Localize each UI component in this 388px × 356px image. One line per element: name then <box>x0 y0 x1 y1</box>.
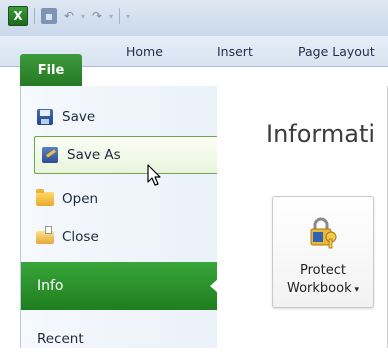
nav-item-label: Recent <box>37 331 84 347</box>
quick-access-toolbar: X ▪ ↶ ▾ ↷ ▾ ▾ <box>8 6 130 26</box>
tab-insert[interactable]: Insert <box>217 44 253 59</box>
nav-item-label: Save As <box>67 147 121 163</box>
toolbar-separator <box>34 8 35 24</box>
protect-label-text: Workbook <box>287 281 352 296</box>
nav-item-label: Save <box>62 109 96 125</box>
nav-item-save[interactable]: Save <box>21 100 217 134</box>
nav-item-recent[interactable]: Recent <box>21 322 217 356</box>
title-bar: X ▪ ↶ ▾ ↷ ▾ ▾ <box>0 0 388 36</box>
nav-item-info[interactable]: Info <box>21 262 218 310</box>
page-title: Informati <box>266 120 376 148</box>
nav-item-label: Open <box>62 191 99 207</box>
save-as-icon <box>41 146 59 164</box>
toolbar-separator <box>119 8 121 24</box>
tab-file[interactable]: File <box>20 54 82 86</box>
protect-label-line2: Workbook ▾ <box>273 281 373 296</box>
redo-dropdown-icon[interactable]: ▾ <box>109 12 113 21</box>
tab-page-layout[interactable]: Page Layout <box>298 44 375 59</box>
tab-home[interactable]: Home <box>126 44 163 59</box>
open-folder-icon <box>36 189 54 208</box>
nav-item-label: Info <box>37 278 64 294</box>
nav-item-save-as[interactable]: Save As <box>34 136 224 174</box>
chevron-down-icon: ▾ <box>351 285 359 295</box>
customize-icon[interactable]: ▾ <box>126 12 130 21</box>
nav-item-open[interactable]: Open <box>21 182 217 216</box>
nav-item-label: Close <box>62 229 99 245</box>
mouse-cursor-icon <box>147 164 161 186</box>
undo-icon[interactable]: ↶ <box>61 8 77 24</box>
lock-key-icon <box>310 217 337 249</box>
protect-label-line1: Protect <box>300 263 346 278</box>
save-icon <box>36 108 54 126</box>
redo-icon[interactable]: ↷ <box>89 8 105 24</box>
nav-item-close[interactable]: Close <box>21 220 217 254</box>
backstage-main: Informati Protect Workbook ▾ <box>217 86 388 348</box>
close-folder-icon <box>36 225 54 246</box>
protect-workbook-button[interactable]: Protect Workbook ▾ <box>272 196 374 308</box>
backstage-nav: Save Save As Open Close Info Recent <box>20 86 224 348</box>
undo-dropdown-icon[interactable]: ▾ <box>81 12 85 21</box>
save-icon[interactable]: ▪ <box>41 8 57 24</box>
excel-app-icon[interactable]: X <box>8 6 28 26</box>
